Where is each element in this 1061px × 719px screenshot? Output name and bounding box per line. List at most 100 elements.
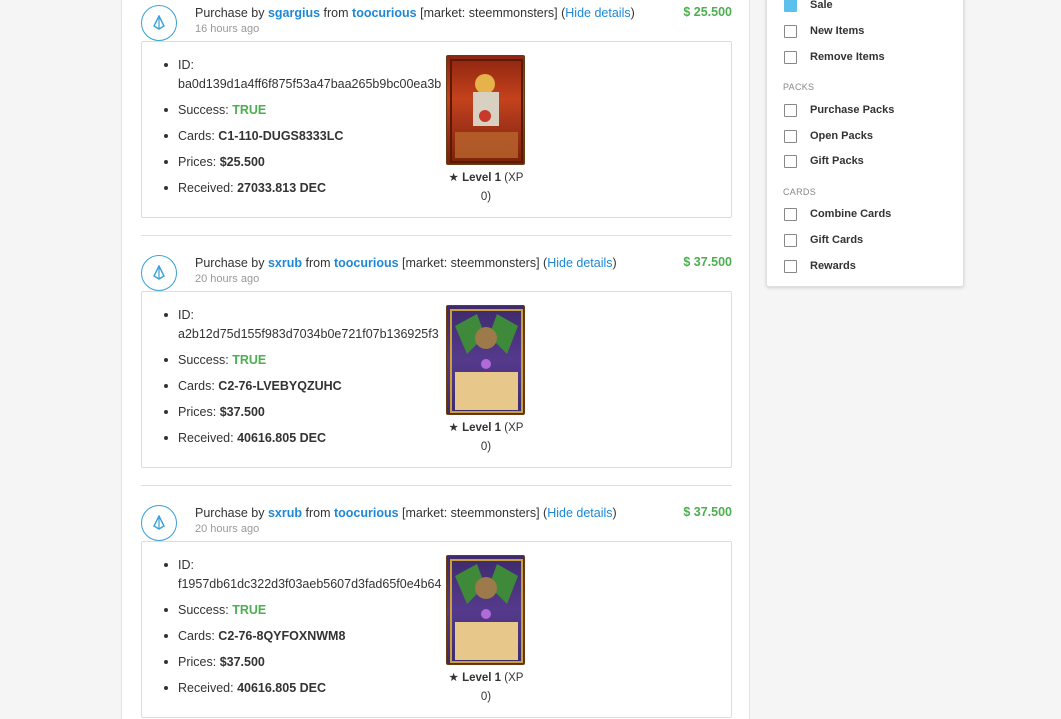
steem-logo-icon (141, 5, 177, 41)
star-icon: ★ (448, 422, 459, 434)
transaction-details: ID: a2b12d75d155f983d7034b0e721f07b136925… (141, 291, 732, 468)
received-value: 27033.813 DEC (237, 181, 327, 195)
purchase-packs-checkbox[interactable] (784, 104, 797, 117)
detail-prices: Prices: $25.500 (164, 153, 454, 172)
buyer-link[interactable]: sxrub (268, 506, 302, 520)
open-packs-checkbox[interactable] (784, 130, 797, 143)
received-label: Received: (178, 431, 238, 445)
gift-cards-checkbox[interactable] (784, 234, 797, 247)
detail-prices: Prices: $37.500 (164, 653, 454, 672)
success-value: TRUE (232, 603, 267, 617)
card-image[interactable] (446, 555, 525, 665)
rewards-checkbox[interactable] (784, 260, 797, 273)
new-items-checkbox[interactable] (784, 25, 797, 38)
star-icon: ★ (448, 672, 459, 684)
detail-success: Success: TRUE (164, 101, 454, 120)
level-label: Level 1 (462, 422, 502, 434)
detail-cards: Cards: C1-110-DUGS8333LC (164, 127, 454, 146)
details-list: ID: f1957db61dc322d3f03aeb5607d3fad65f0e4… (164, 556, 454, 705)
card-image[interactable] (446, 305, 525, 415)
card-level: ★ Level 1 (XP 0) (446, 669, 526, 707)
id-label: ID: (178, 308, 194, 322)
success-value: TRUE (232, 353, 267, 367)
received-label: Received: (178, 181, 238, 195)
id-value: ba0d139d1a4ff6f875f53a47baa265b9bc00ea3b (178, 77, 442, 91)
seller-link[interactable]: toocurious (352, 6, 417, 20)
detail-success: Success: TRUE (164, 601, 454, 620)
card-image[interactable] (446, 55, 525, 165)
hide-details-link[interactable]: Hide details (547, 506, 612, 520)
summary-close: ) (612, 506, 617, 520)
prices-value: $37.500 (219, 405, 265, 419)
card-level: ★ Level 1 (XP 0) (446, 419, 526, 457)
market-text: [market: steemmonsters] ( (398, 506, 548, 520)
filter-label: Gift Cards (810, 234, 864, 246)
details-list: ID: a2b12d75d155f983d7034b0e721f07b136925… (164, 306, 454, 455)
transaction-details: ID: ba0d139d1a4ff6f875f53a47baa265b9bc00e… (141, 41, 732, 218)
transaction-amount: $ 25.500 (683, 5, 732, 19)
filter-label: Open Packs (810, 130, 873, 142)
transaction-time: 20 hours ago (195, 273, 260, 285)
prices-value: $37.500 (219, 655, 265, 669)
level-label: Level 1 (462, 172, 502, 184)
market-text: [market: steemmonsters] ( (398, 256, 548, 270)
prices-label: Prices: (178, 655, 220, 669)
divider (141, 485, 732, 486)
level-label: Level 1 (462, 672, 502, 684)
prices-value: $25.500 (219, 155, 265, 169)
seller-link[interactable]: toocurious (334, 506, 399, 520)
summary-close: ) (630, 6, 635, 20)
success-label: Success: (178, 103, 233, 117)
detail-cards: Cards: C2-76-LVEBYQZUHC (164, 377, 454, 396)
id-value: f1957db61dc322d3f03aeb5607d3fad65f0e4b64 (178, 577, 442, 591)
steem-logo-icon (141, 505, 177, 541)
filter-label: Remove Items (810, 51, 885, 63)
summary-from: from (302, 256, 334, 270)
section-heading-cards: CARDS (783, 187, 817, 197)
remove-items-checkbox[interactable] (784, 51, 797, 64)
section-heading-packs: PACKS (783, 82, 815, 92)
cards-label: Cards: (178, 379, 219, 393)
prices-label: Prices: (178, 155, 220, 169)
cards-label: Cards: (178, 129, 219, 143)
summary-prefix: Purchase by (195, 256, 268, 270)
transaction-details: ID: f1957db61dc322d3f03aeb5607d3fad65f0e4… (141, 541, 732, 718)
transaction-amount: $ 37.500 (683, 255, 732, 269)
detail-success: Success: TRUE (164, 351, 454, 370)
summary-prefix: Purchase by (195, 506, 268, 520)
detail-id: ID: ba0d139d1a4ff6f875f53a47baa265b9bc00e… (164, 56, 454, 94)
detail-id: ID: a2b12d75d155f983d7034b0e721f07b136925… (164, 306, 454, 344)
summary-prefix: Purchase by (195, 6, 268, 20)
sale-checkbox[interactable] (784, 0, 797, 12)
filter-label: Rewards (810, 260, 856, 272)
seller-link[interactable]: toocurious (334, 256, 399, 270)
filter-label: Sale (810, 0, 833, 11)
received-value: 40616.805 DEC (237, 681, 327, 695)
transaction-time: 16 hours ago (195, 23, 260, 35)
transaction-summary: Purchase by sxrub from toocurious [marke… (195, 505, 617, 521)
transaction-amount: $ 37.500 (683, 505, 732, 519)
steem-logo-icon (141, 255, 177, 291)
detail-received: Received: 27033.813 DEC (164, 179, 454, 198)
received-value: 40616.805 DEC (237, 431, 327, 445)
combine-cards-checkbox[interactable] (784, 208, 797, 221)
buyer-link[interactable]: sxrub (268, 256, 302, 270)
cards-label: Cards: (178, 629, 219, 643)
id-label: ID: (178, 58, 194, 72)
filter-label: Gift Packs (810, 155, 864, 167)
hide-details-link[interactable]: Hide details (547, 256, 612, 270)
market-text: [market: steemmonsters] ( (416, 6, 566, 20)
gift-packs-checkbox[interactable] (784, 155, 797, 168)
filter-label: Purchase Packs (810, 104, 895, 116)
detail-prices: Prices: $37.500 (164, 403, 454, 422)
filter-label: New Items (810, 25, 865, 37)
transaction-time: 20 hours ago (195, 523, 260, 535)
detail-received: Received: 40616.805 DEC (164, 679, 454, 698)
transaction-feed: Purchase by sgargius from toocurious [ma… (121, 0, 750, 719)
hide-details-link[interactable]: Hide details (565, 6, 630, 20)
star-icon: ★ (448, 172, 459, 184)
buyer-link[interactable]: sgargius (268, 6, 320, 20)
detail-id: ID: f1957db61dc322d3f03aeb5607d3fad65f0e4… (164, 556, 454, 594)
summary-from: from (320, 6, 353, 20)
details-list: ID: ba0d139d1a4ff6f875f53a47baa265b9bc00e… (164, 56, 454, 205)
